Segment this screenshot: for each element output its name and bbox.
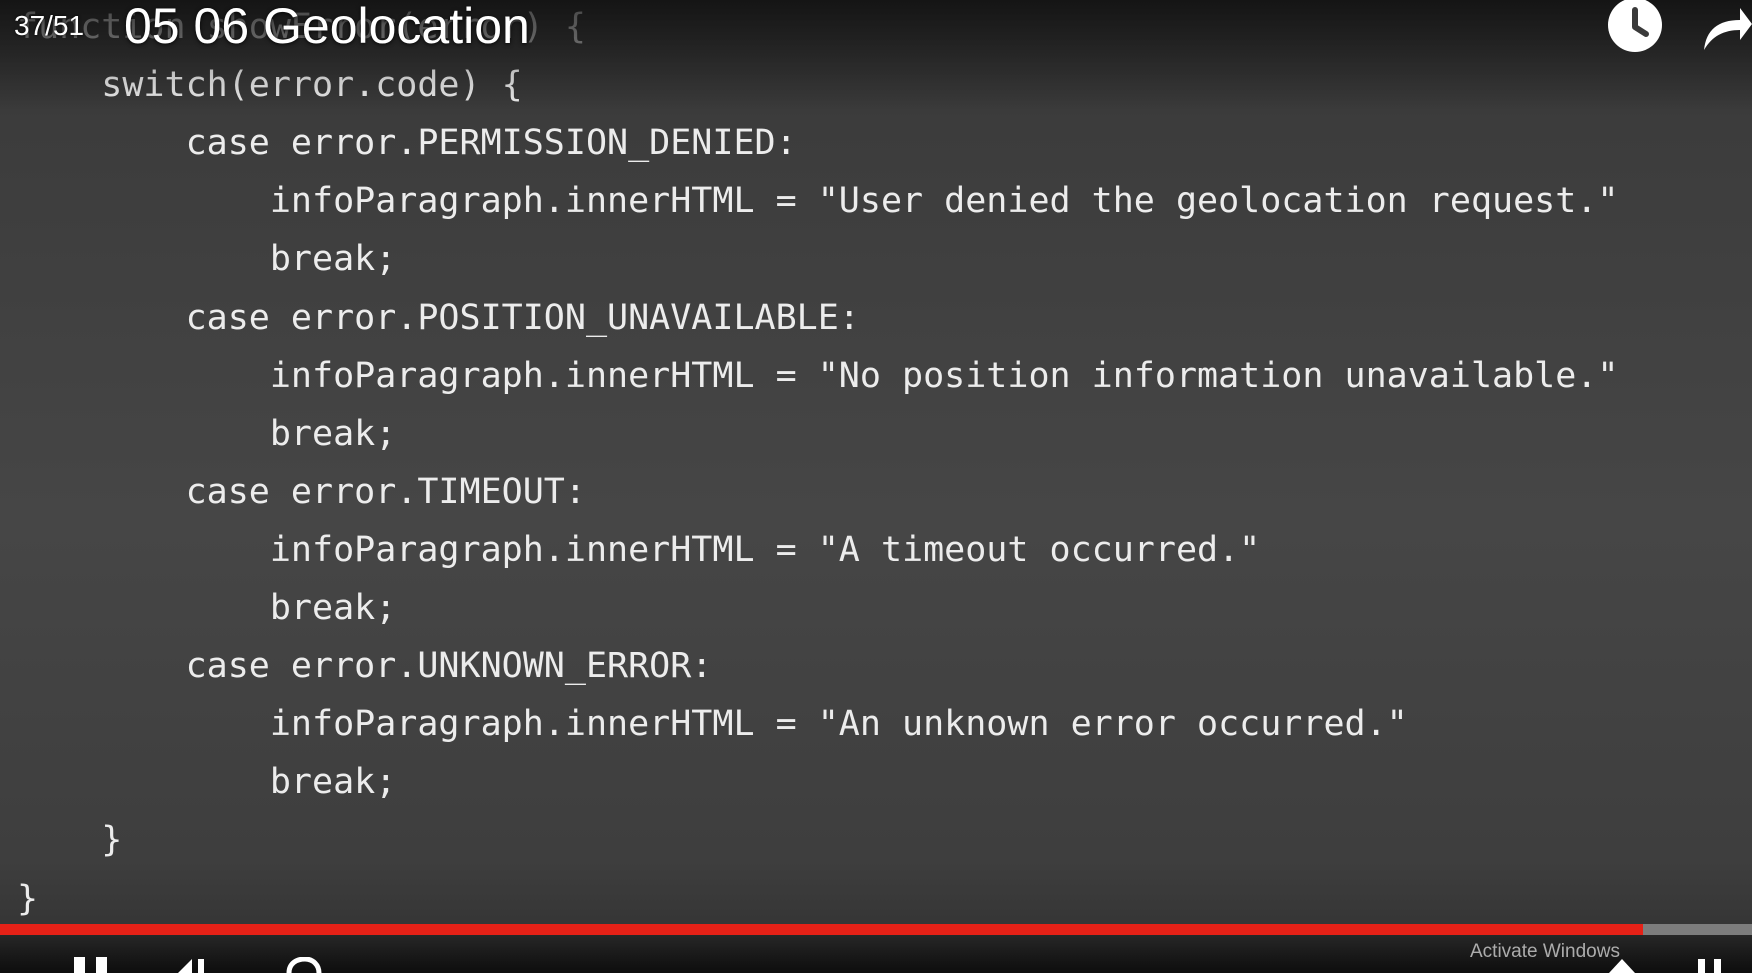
playlist-position[interactable]: 37/51 — [14, 8, 84, 44]
code-line: break; — [17, 239, 397, 279]
code-line: switch(error.code) { — [17, 65, 523, 105]
pause-icon[interactable] — [74, 957, 112, 973]
fullscreen-icon[interactable] — [1694, 957, 1728, 973]
code-line: break; — [17, 762, 397, 802]
next-icon[interactable] — [178, 957, 218, 973]
code-line: infoParagraph.innerHTML = "No position i… — [17, 356, 1619, 396]
code-line: break; — [17, 588, 397, 628]
watch-later-button[interactable] — [1605, 0, 1665, 54]
volume-icon[interactable] — [285, 956, 325, 973]
video-title[interactable]: 05 06 Geolocation — [124, 0, 530, 52]
code-line: break; — [17, 414, 397, 454]
code-line: case error.POSITION_UNAVAILABLE: — [17, 298, 860, 338]
code-line: case error.PERMISSION_DENIED: — [17, 123, 797, 163]
code-line: } — [17, 820, 123, 860]
code-line: case error.TIMEOUT: — [17, 472, 586, 512]
code-line: case error.UNKNOWN_ERROR: — [17, 646, 713, 686]
code-line: } — [17, 879, 39, 919]
share-arrow-icon — [1704, 8, 1752, 50]
progress-bar[interactable] — [0, 924, 1752, 935]
activate-windows-watermark: Activate Windows — [1470, 941, 1620, 962]
progress-played — [0, 924, 1644, 935]
share-button[interactable] — [1700, 0, 1752, 54]
code-line: infoParagraph.innerHTML = "An unknown er… — [17, 704, 1408, 744]
code-line: infoParagraph.innerHTML = "User denied t… — [17, 181, 1619, 221]
video-player[interactable]: function showError(error) { switch(error… — [0, 0, 1752, 973]
code-line: infoParagraph.innerHTML = "A timeout occ… — [17, 530, 1261, 570]
clock-icon — [1608, 0, 1662, 52]
